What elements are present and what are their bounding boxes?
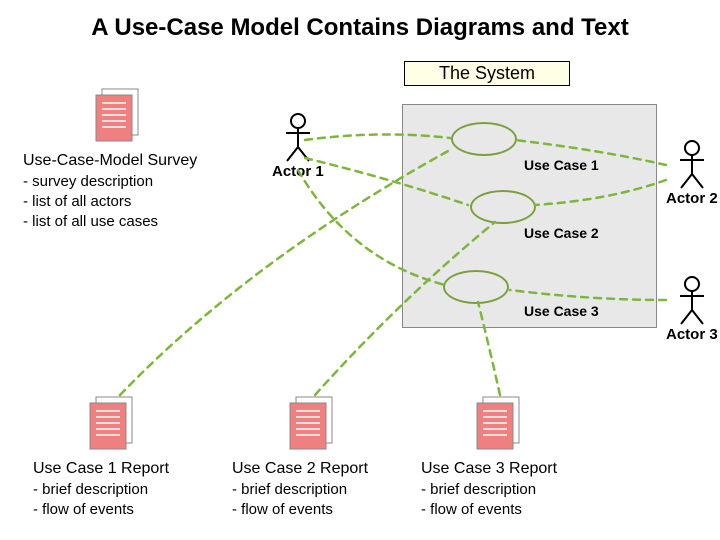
person-icon <box>676 276 708 326</box>
report-2-line: - brief description <box>232 480 368 500</box>
actor-1: Actor 1 <box>272 113 324 180</box>
report-2-line: - flow of events <box>232 500 368 520</box>
document-icon <box>86 395 136 458</box>
actor-1-label: Actor 1 <box>272 163 324 180</box>
usecase-3-label: Use Case 3 <box>524 303 599 319</box>
survey-block: Use-Case-Model Survey - survey descripti… <box>23 150 197 232</box>
report-2-block: Use Case 2 Report - brief description - … <box>232 458 368 520</box>
report-3-line: - flow of events <box>421 500 557 520</box>
actor-3-label: Actor 3 <box>666 326 718 343</box>
report-1-line: - brief description <box>33 480 169 500</box>
report-1-block: Use Case 1 Report - brief description - … <box>33 458 169 520</box>
survey-line: - list of all actors <box>23 192 197 212</box>
usecase-2-label: Use Case 2 <box>524 225 599 241</box>
report-3-block: Use Case 3 Report - brief description - … <box>421 458 557 520</box>
report-1-line: - flow of events <box>33 500 169 520</box>
actor-2-label: Actor 2 <box>666 190 718 207</box>
report-3-head: Use Case 3 Report <box>421 458 557 480</box>
report-3-line: - brief description <box>421 480 557 500</box>
usecase-2-ellipse <box>470 190 536 224</box>
page-title: A Use-Case Model Contains Diagrams and T… <box>0 14 720 42</box>
usecase-3-ellipse <box>443 270 509 304</box>
person-icon <box>676 140 708 190</box>
actor-2: Actor 2 <box>666 140 718 207</box>
survey-line: - survey description <box>23 172 197 192</box>
person-icon <box>282 113 314 163</box>
survey-line: - list of all use cases <box>23 212 197 232</box>
usecase-1-label: Use Case 1 <box>524 157 599 173</box>
document-icon <box>286 395 336 458</box>
actor-3: Actor 3 <box>666 276 718 343</box>
report-1-head: Use Case 1 Report <box>33 458 169 480</box>
survey-head: Use-Case-Model Survey <box>23 150 197 172</box>
document-icon <box>92 87 142 150</box>
report-2-head: Use Case 2 Report <box>232 458 368 480</box>
document-icon <box>473 395 523 458</box>
system-label: The System <box>404 61 570 86</box>
usecase-1-ellipse <box>451 122 517 156</box>
